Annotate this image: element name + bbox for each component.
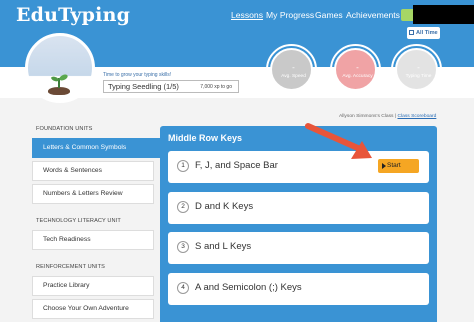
start-button[interactable]: Start <box>378 159 419 173</box>
unit-heading-foundation: FOUNDATION UNITS <box>36 126 93 132</box>
lesson-group-title: Middle Row Keys <box>168 133 243 143</box>
sidebar-item-choose-your-own-adventure[interactable]: Choose Your Own Adventure <box>32 299 154 319</box>
lesson-name: F, J, and Space Bar <box>195 160 278 171</box>
soil-shape <box>48 87 70 95</box>
class-info: Allyson Simmons's Class | Class Scoreboa… <box>339 114 436 119</box>
lesson-card-4[interactable]: 4 A and Semicolon (;) Keys <box>168 273 429 305</box>
stat-ring: - Avg. Speed <box>270 48 313 91</box>
class-scoreboard-link[interactable]: Class Scoreboard <box>397 114 436 119</box>
xp-remaining: 7,000 xp to go <box>200 84 232 90</box>
sidebar-item-letters-common-symbols[interactable]: Letters & Common Symbols <box>32 138 162 158</box>
lesson-name: A and Semicolon (;) Keys <box>195 282 302 293</box>
stat-ring: - Typing Time <box>395 48 438 91</box>
redacted-username <box>413 5 474 24</box>
nav-games[interactable]: Games <box>315 10 343 20</box>
level-name: Typing Seedling (1/5) <box>108 82 179 91</box>
stat-avg-speed: - Avg. Speed <box>266 44 317 95</box>
stat-avg-accuracy: - Avg. Accuracy <box>330 44 381 95</box>
stat-ring: - Avg. Accuracy <box>334 48 377 91</box>
lesson-number: 4 <box>177 282 189 294</box>
goal-caption: Time to grow your typing skills! <box>103 72 172 78</box>
nav-my-progress[interactable]: My Progress <box>266 10 314 20</box>
sidebar-item-numbers-letters-review[interactable]: Numbers & Letters Review <box>32 184 154 204</box>
sidebar-item-tech-readiness[interactable]: Tech Readiness <box>32 230 154 250</box>
play-icon <box>382 163 386 169</box>
calendar-icon <box>409 30 414 35</box>
stat-typing-time: - Typing Time <box>391 44 442 95</box>
nav-lessons[interactable]: Lessons <box>231 10 263 20</box>
stat-label: Avg. Speed <box>281 74 306 79</box>
stat-value: - <box>417 63 420 72</box>
lesson-card-1[interactable]: 1 F, J, and Space Bar Start <box>168 151 429 183</box>
time-filter-button[interactable]: All Time <box>407 27 440 39</box>
unit-heading-technology-literacy: TECHNOLOGY LITERACY UNIT <box>36 218 121 224</box>
sidebar-item-practice-library[interactable]: Practice Library <box>32 276 154 296</box>
stat-label: Avg. Accuracy <box>342 74 373 79</box>
stat-value: - <box>292 63 295 72</box>
lesson-panel: Middle Row Keys 1 F, J, and Space Bar St… <box>160 126 437 322</box>
app-logo[interactable]: EduTyping <box>16 4 130 26</box>
lesson-number: 1 <box>177 160 189 172</box>
unit-heading-reinforcement: REINFORCEMENT UNITS <box>36 264 105 270</box>
lesson-number: 2 <box>177 201 189 213</box>
lesson-card-3[interactable]: 3 S and L Keys <box>168 232 429 264</box>
separator: | <box>394 114 397 119</box>
level-progress-box: Typing Seedling (1/5) 7,000 xp to go <box>103 80 239 93</box>
nav-achievements[interactable]: Achievements <box>346 10 400 20</box>
start-label: Start <box>387 162 401 169</box>
sidebar-item-words-sentences[interactable]: Words & Sentences <box>32 161 154 181</box>
lesson-name: D and K Keys <box>195 201 254 212</box>
stat-label: Typing Time <box>405 74 432 79</box>
lesson-card-2[interactable]: 2 D and K Keys <box>168 192 429 224</box>
seedling-icon <box>25 33 95 103</box>
lesson-number: 3 <box>177 241 189 253</box>
lesson-name: S and L Keys <box>195 241 252 252</box>
time-filter-label: All Time <box>416 30 438 36</box>
stat-value: - <box>356 63 359 72</box>
leaf-shape <box>58 73 69 82</box>
leaf-shape <box>50 75 60 83</box>
class-name: Allyson Simmons's Class <box>339 114 394 119</box>
